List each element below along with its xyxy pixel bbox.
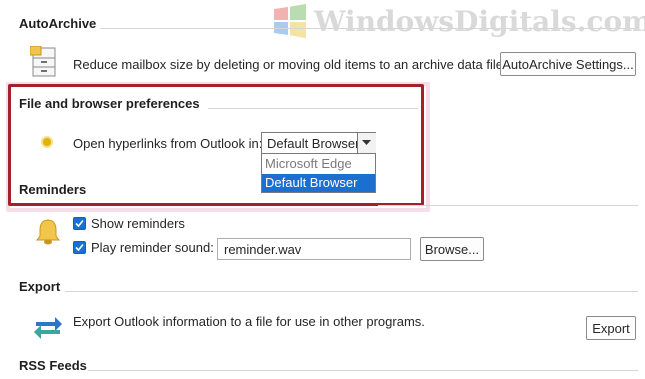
archive-cabinet-icon bbox=[30, 46, 56, 77]
play-sound-label[interactable]: Play reminder sound: bbox=[91, 240, 214, 255]
show-reminders-checkbox[interactable] bbox=[73, 217, 86, 230]
bell-icon bbox=[36, 219, 60, 245]
autoarchive-title: AutoArchive bbox=[19, 16, 97, 31]
rss-title: RSS Feeds bbox=[19, 358, 87, 373]
browser-select[interactable]: Default Browser bbox=[261, 132, 376, 154]
file-browser-separator bbox=[208, 108, 418, 109]
export-title: Export bbox=[19, 279, 61, 294]
play-sound-checkbox[interactable] bbox=[73, 241, 86, 254]
rss-separator bbox=[88, 370, 638, 371]
export-separator bbox=[65, 291, 638, 292]
watermark-logo: WindowsDigitals.com bbox=[270, 4, 645, 42]
autoarchive-separator bbox=[100, 28, 638, 29]
windows-logo-icon bbox=[274, 4, 306, 38]
file-browser-title: File and browser preferences bbox=[19, 96, 200, 111]
autoarchive-description: Reduce mailbox size by deleting or movin… bbox=[73, 57, 507, 72]
reminders-title: Reminders bbox=[19, 182, 87, 197]
browser-select-arrow-box[interactable] bbox=[357, 133, 376, 153]
watermark-text: WindowsDigitals.com bbox=[314, 5, 645, 38]
export-description: Export Outlook information to a file for… bbox=[73, 314, 425, 329]
checkmark-icon bbox=[75, 243, 84, 252]
show-reminders-label[interactable]: Show reminders bbox=[91, 216, 185, 231]
browser-select-value: Default Browser bbox=[267, 136, 360, 151]
arrows-exchange-icon bbox=[34, 317, 62, 339]
yellow-dot-icon bbox=[41, 136, 53, 148]
reminders-separator bbox=[378, 205, 638, 206]
checkmark-icon bbox=[75, 219, 84, 228]
browse-button[interactable]: Browse... bbox=[420, 237, 484, 261]
browser-option-edge[interactable]: Microsoft Edge bbox=[265, 156, 372, 173]
autoarchive-settings-button[interactable]: AutoArchive Settings... bbox=[500, 52, 636, 76]
browser-option-default[interactable]: Default Browser bbox=[262, 174, 375, 192]
browser-dropdown-list: Microsoft Edge Default Browser bbox=[261, 153, 376, 193]
export-button[interactable]: Export bbox=[586, 316, 636, 340]
open-hyperlinks-label: Open hyperlinks from Outlook in: bbox=[73, 136, 263, 151]
chevron-down-icon bbox=[362, 140, 371, 145]
sound-file-input[interactable]: reminder.wav bbox=[217, 238, 411, 260]
